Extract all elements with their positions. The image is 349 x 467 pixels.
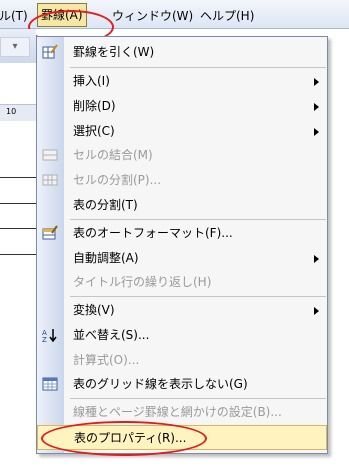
menu-item-insert[interactable]: 挿入(I) bbox=[37, 69, 327, 94]
svg-text:Z: Z bbox=[42, 336, 47, 343]
toolbar-dropdown-button[interactable]: ▾ bbox=[0, 37, 30, 57]
menu-item-label: 選択(C) bbox=[73, 124, 115, 138]
menu-item-split-cells: セルの分割(P)... bbox=[37, 168, 327, 193]
menu-item-label: 挿入(I) bbox=[73, 74, 110, 88]
menu-item-select[interactable]: 選択(C) bbox=[37, 119, 327, 144]
menu-item-formula: 計算式(O)... bbox=[37, 348, 327, 373]
menu-item-split-table[interactable]: 表の分割(T) bbox=[37, 193, 327, 218]
menu-item-draw-table[interactable]: 罫線を引く(W) bbox=[37, 40, 327, 65]
menu-item-label: 表の分割(T) bbox=[73, 198, 138, 212]
menu-item-label: 変換(V) bbox=[73, 303, 115, 317]
menu-separator bbox=[70, 398, 326, 399]
menu-separator bbox=[70, 296, 326, 297]
menu-separator bbox=[70, 219, 326, 220]
menu-bar: ル(T) 罫線(A) ウィンドウ(W) ヘルプ(H) bbox=[0, 0, 349, 29]
menu-help[interactable]: ヘルプ(H) bbox=[200, 7, 254, 24]
menu-separator bbox=[70, 67, 326, 68]
menu-item-label: 自動調整(A) bbox=[73, 251, 139, 265]
menu-item-label: 表のプロパティ(R)... bbox=[74, 431, 187, 445]
autoformat-icon bbox=[42, 225, 58, 240]
submenu-arrow-icon bbox=[314, 78, 319, 86]
table-border-line bbox=[0, 203, 36, 204]
submenu-arrow-icon bbox=[314, 255, 319, 263]
menu-item-convert[interactable]: 変換(V) bbox=[37, 298, 327, 323]
split-cells-icon bbox=[42, 174, 58, 186]
menu-item-merge-cells: セルの結合(M) bbox=[37, 143, 327, 168]
merge-cells-icon bbox=[42, 149, 58, 161]
submenu-arrow-icon bbox=[314, 307, 319, 315]
menu-borders[interactable]: 罫線(A) bbox=[37, 3, 87, 27]
ruler: 10 bbox=[0, 104, 36, 122]
gridlines-icon bbox=[42, 377, 58, 391]
menu-item-label: 並べ替え(S)... bbox=[73, 328, 150, 342]
toolbar-partial: ▾ bbox=[0, 29, 36, 63]
menu-item-borders-and-shading: 線種とページ罫線と網かけの設定(B)... bbox=[37, 400, 327, 425]
submenu-arrow-icon bbox=[314, 128, 319, 136]
table-border-line bbox=[0, 177, 36, 178]
menu-item-label: 計算式(O)... bbox=[73, 353, 140, 367]
menu-item-table-autoformat[interactable]: 表のオートフォーマット(F)... bbox=[37, 221, 327, 246]
submenu-arrow-icon bbox=[314, 103, 319, 111]
menu-item-label: 表のオートフォーマット(F)... bbox=[73, 226, 233, 240]
menu-item-label: セルの分割(P)... bbox=[73, 173, 162, 187]
table-border-line bbox=[0, 228, 36, 229]
menu-item-label: 罫線を引く(W) bbox=[73, 45, 155, 59]
document-area[interactable] bbox=[0, 121, 36, 467]
sort-icon: A Z bbox=[42, 329, 57, 343]
menu-item-autofit[interactable]: 自動調整(A) bbox=[37, 246, 327, 271]
menu-item-delete[interactable]: 削除(D) bbox=[37, 94, 327, 119]
menu-item-label: 線種とページ罫線と網かけの設定(B)... bbox=[73, 405, 282, 419]
table-dropdown-menu: 罫線を引く(W) 挿入(I) 削除(D) 選択(C) セルの結合(M) セルの分… bbox=[36, 36, 328, 454]
menu-item-repeat-heading-rows: タイトル行の繰り返し(H) bbox=[37, 270, 327, 295]
menu-item-hide-gridlines[interactable]: 表のグリッド線を表示しない(G) bbox=[37, 372, 327, 397]
table-border-line bbox=[0, 254, 36, 255]
draw-table-icon bbox=[42, 44, 58, 59]
menu-item-label: セルの結合(M) bbox=[73, 148, 153, 162]
ruler-mark: 10 bbox=[6, 107, 17, 116]
menu-table-partial[interactable]: ル(T) bbox=[0, 7, 28, 24]
menu-item-label: タイトル行の繰り返し(H) bbox=[73, 275, 212, 289]
menu-item-sort[interactable]: A Z 並べ替え(S)... bbox=[37, 323, 327, 348]
menu-window[interactable]: ウィンドウ(W) bbox=[112, 7, 193, 24]
menu-item-label: 表のグリッド線を表示しない(G) bbox=[73, 377, 248, 391]
menu-item-label: 削除(D) bbox=[73, 99, 116, 113]
menu-item-table-properties[interactable]: 表のプロパティ(R)... bbox=[37, 425, 327, 450]
